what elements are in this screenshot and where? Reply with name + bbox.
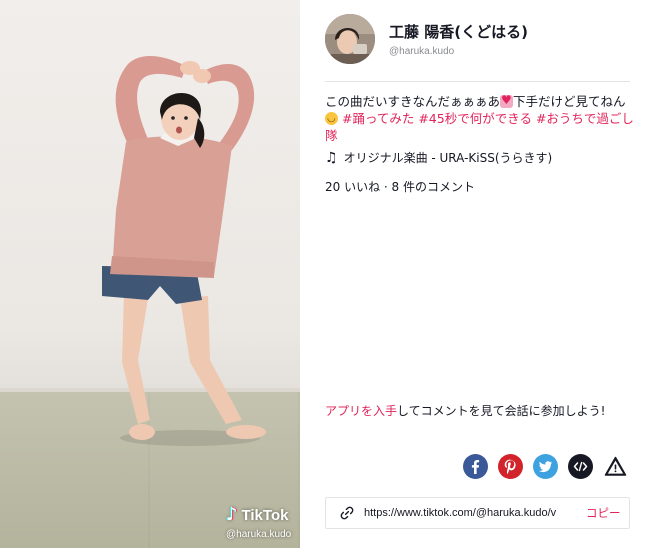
app-cta: アプリを入手してコメントを見て会話に参加しよう! <box>325 402 605 419</box>
warning-icon <box>604 456 627 476</box>
music-link[interactable]: ♫ オリジナル楽曲 - URA-KiSS(うらきす) <box>325 149 552 166</box>
facebook-icon <box>471 460 480 474</box>
avatar-image <box>325 14 375 64</box>
music-label[interactable]: オリジナル楽曲 - URA-KiSS(うらきす) <box>344 149 553 166</box>
get-app-link[interactable]: アプリを入手 <box>325 404 397 418</box>
caption-text-2: 下手だけど見てねん <box>513 94 626 109</box>
divider <box>325 81 630 82</box>
video-player[interactable]: ♪ TikTok @haruka.kudo <box>0 0 300 548</box>
info-panel: 工藤 陽香(くどはる) @haruka.kudo この曲だいすきなんだぁぁぁあ下… <box>300 0 655 548</box>
tiktok-logo-icon: ♪ <box>226 504 238 525</box>
music-note-icon: ♫ <box>325 149 338 166</box>
tiktok-watermark-text: TikTok <box>241 506 289 524</box>
copy-button[interactable]: コピー <box>586 505 621 521</box>
author-name[interactable]: 工藤 陽香(くどはる) <box>389 22 528 42</box>
share-url-text[interactable]: https://www.tiktok.com/@haruka.kudo/v <box>364 507 576 519</box>
tiktok-watermark-handle: @haruka.kudo <box>226 529 292 540</box>
heart-emoji-icon <box>500 92 514 109</box>
embed-code-icon <box>573 461 588 472</box>
share-buttons <box>463 454 628 479</box>
link-icon <box>332 505 362 521</box>
embed-button[interactable] <box>568 454 593 479</box>
author-header[interactable]: 工藤 陽香(くどはる) @haruka.kudo <box>325 14 528 64</box>
twitter-share-button[interactable] <box>533 454 558 479</box>
hashtag-link[interactable]: #45秒で何ができる <box>418 111 532 126</box>
dancer-illustration <box>102 55 266 446</box>
cta-text: してコメントを見て会話に参加しよう! <box>397 404 606 418</box>
facebook-share-button[interactable] <box>463 454 488 479</box>
tiktok-watermark: ♪ TikTok <box>226 506 288 524</box>
author-handle[interactable]: @haruka.kudo <box>389 46 528 57</box>
share-url-box[interactable]: https://www.tiktok.com/@haruka.kudo/v コピ… <box>325 497 630 529</box>
engagement-stats: 20 いいね · 8 件のコメント <box>325 180 475 194</box>
caption-text-1: この曲だいすきなんだぁぁぁあ <box>325 94 501 109</box>
hashtag-link[interactable]: #踊ってみた <box>342 111 414 126</box>
report-button[interactable] <box>603 454 628 479</box>
video-caption: この曲だいすきなんだぁぁぁあ下手だけど見てねん #踊ってみた #45秒で何ができ… <box>325 92 637 144</box>
pinterest-share-button[interactable] <box>498 454 523 479</box>
avatar[interactable] <box>325 14 375 64</box>
twitter-icon <box>539 461 552 473</box>
smile-emoji-icon <box>325 110 338 127</box>
pinterest-icon <box>504 459 516 475</box>
